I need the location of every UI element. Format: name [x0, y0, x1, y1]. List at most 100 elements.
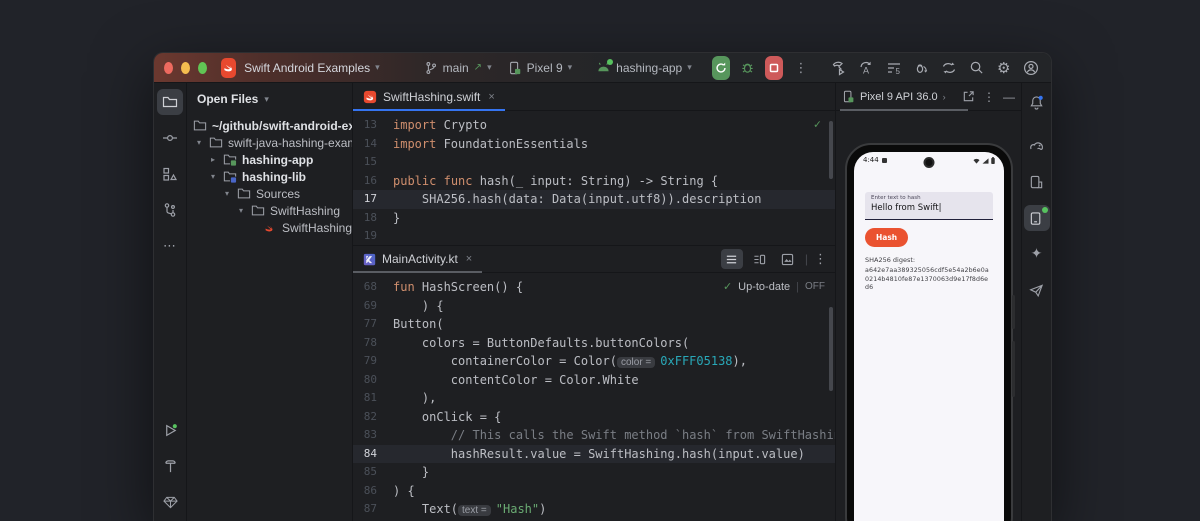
- apply-code-changes-button[interactable]: A: [856, 56, 876, 80]
- inspections-ok-icon: ✓: [814, 117, 821, 131]
- panel-more-button[interactable]: ⋮: [983, 90, 995, 104]
- tree-chevron-icon[interactable]: ▾: [221, 189, 233, 198]
- close-tab-icon[interactable]: ×: [466, 253, 472, 265]
- tree-item[interactable]: SwiftHashing.swift: [193, 219, 352, 236]
- device-list-button[interactable]: 5: [884, 56, 904, 80]
- project-view-selector[interactable]: Open Files ▾: [187, 83, 352, 113]
- stop-button[interactable]: [765, 56, 783, 80]
- commit-tool-button[interactable]: [157, 125, 183, 151]
- structure-tool-button[interactable]: [157, 161, 183, 187]
- profile-app-button[interactable]: [829, 56, 849, 80]
- code-line[interactable]: 81 ),: [353, 389, 835, 408]
- line-number: 14: [353, 135, 393, 154]
- editor1-code[interactable]: ✓ 13import Crypto14import FoundationEsse…: [353, 111, 835, 245]
- code-line[interactable]: 87 Text(text ="Hash"): [353, 500, 835, 519]
- tree-item-label: ~/github/swift-android-examples: [212, 119, 353, 133]
- code-token: hashResult.value = SwiftHashing.hash(inp…: [393, 447, 805, 461]
- pull-requests-tool-button[interactable]: [157, 197, 183, 223]
- project-tool-button[interactable]: [157, 89, 183, 115]
- build-tool-button[interactable]: [157, 453, 183, 479]
- code-line[interactable]: 77Button(: [353, 315, 835, 334]
- project-selector[interactable]: Swift Android Examples ▾: [244, 61, 380, 75]
- tree-chevron-icon[interactable]: ▾: [207, 172, 219, 181]
- live-edit-toggle[interactable]: OFF: [805, 281, 825, 292]
- code-line[interactable]: 19: [353, 227, 835, 245]
- device-manager-button[interactable]: [1024, 169, 1050, 195]
- tree-chevron-icon[interactable]: ▸: [207, 155, 219, 164]
- maximize-window-button[interactable]: [198, 62, 207, 74]
- emulator-screen[interactable]: 4:44 Enter text to hash Hello from Swift…: [854, 152, 1004, 521]
- wifi-icon: [973, 158, 980, 164]
- code-line[interactable]: 17 SHA256.hash(data: Data(input.utf8)).d…: [353, 190, 835, 209]
- close-window-button[interactable]: [164, 62, 173, 74]
- account-icon: [1023, 60, 1039, 76]
- notifications-button[interactable]: [1024, 89, 1050, 115]
- code-line[interactable]: 78 colors = ButtonDefaults.buttonColors(: [353, 334, 835, 353]
- hash-button[interactable]: Hash: [865, 228, 908, 247]
- code-line[interactable]: 85 }: [353, 463, 835, 482]
- search-everywhere-button[interactable]: [966, 56, 986, 80]
- code-line[interactable]: 18}: [353, 209, 835, 228]
- tab-label: MainActivity.kt: [382, 252, 458, 266]
- tree-item[interactable]: ▾Sources: [193, 185, 352, 202]
- code-token: hash(_ input: String) -> String {: [473, 174, 719, 188]
- tree-chevron-icon[interactable]: ▾: [235, 206, 247, 215]
- tree-item[interactable]: ▾swift-java-hashing-example: [193, 134, 352, 151]
- tab-swifthashing-swift[interactable]: SwiftHashing.swift ×: [353, 83, 505, 110]
- debug-button[interactable]: [738, 56, 758, 80]
- device-phone-icon: [508, 61, 522, 75]
- vcs-branch-widget[interactable]: main ↗ ▾: [424, 61, 492, 75]
- more-tools-button[interactable]: ⋯: [157, 233, 183, 259]
- editor2-code[interactable]: ✓ Up-to-date | OFF 68fun HashScreen() {6…: [353, 273, 835, 521]
- tree-item[interactable]: ▾SwiftHashing: [193, 202, 352, 219]
- restart-activity-button[interactable]: [911, 56, 931, 80]
- code-line[interactable]: 14import FoundationEssentials: [353, 135, 835, 154]
- code-line[interactable]: 83 // This calls the Swift method `hash`…: [353, 426, 835, 445]
- code-line[interactable]: 86) {: [353, 482, 835, 501]
- settings-button[interactable]: ⚙: [994, 56, 1014, 80]
- hash-input-field[interactable]: Enter text to hash Hello from Swift|: [865, 192, 993, 220]
- tree-item[interactable]: ~/github/swift-android-examples: [193, 117, 352, 134]
- editor-more-button[interactable]: ⋮: [814, 251, 827, 267]
- tree-item[interactable]: ▸hashing-app: [193, 151, 352, 168]
- code-line[interactable]: 82 onClick = {: [353, 408, 835, 427]
- selected-tab-indicator: [840, 109, 968, 111]
- minimize-window-button[interactable]: [181, 62, 190, 74]
- device-selector[interactable]: Pixel 9 ▾: [508, 61, 573, 75]
- running-devices-button[interactable]: [1024, 205, 1050, 231]
- code-view-button[interactable]: [721, 249, 743, 269]
- tree-item[interactable]: ▾hashing-lib: [193, 168, 352, 185]
- gemini-star-icon: ✦: [1031, 246, 1043, 262]
- rerun-button[interactable]: [712, 56, 730, 80]
- editor2-scrollbar[interactable]: [829, 307, 833, 391]
- code-line[interactable]: 15: [353, 153, 835, 172]
- code-line[interactable]: 79 containerColor = Color(color =0xFFF05…: [353, 352, 835, 371]
- app-insights-button[interactable]: [1024, 277, 1050, 303]
- account-button[interactable]: [1021, 56, 1041, 80]
- sync-project-button[interactable]: [939, 56, 959, 80]
- chevron-right-icon: ›: [943, 92, 946, 102]
- run-config-selector[interactable]: hashing-app ▾: [596, 61, 692, 75]
- design-view-button[interactable]: [777, 249, 799, 269]
- hide-panel-button[interactable]: —: [1003, 90, 1015, 104]
- code-line[interactable]: 16public func hash(_ input: String) -> S…: [353, 172, 835, 191]
- dependencies-tool-button[interactable]: [157, 489, 183, 515]
- android-app-icon: [596, 61, 611, 74]
- tree-chevron-icon[interactable]: ▾: [193, 138, 205, 147]
- line-number: 83: [353, 426, 393, 445]
- device-tab-label[interactable]: Pixel 9 API 36.0: [860, 91, 938, 103]
- tab-mainactivity-kt[interactable]: MainActivity.kt ×: [353, 246, 482, 272]
- close-tab-icon[interactable]: ×: [488, 91, 494, 103]
- run-tool-button[interactable]: [157, 417, 183, 443]
- more-actions-button[interactable]: ⋮: [791, 56, 811, 80]
- open-in-window-icon[interactable]: [962, 90, 975, 103]
- code-line[interactable]: 80 contentColor = Color.White: [353, 371, 835, 390]
- code-token: HashScreen() {: [415, 280, 523, 294]
- gemini-button[interactable]: ✦: [1024, 241, 1050, 267]
- split-view-button[interactable]: [749, 249, 771, 269]
- editor1-scrollbar[interactable]: [829, 121, 833, 179]
- code-line[interactable]: 69 ) {: [353, 297, 835, 316]
- code-line[interactable]: 13import Crypto: [353, 116, 835, 135]
- code-line[interactable]: 84 hashResult.value = SwiftHashing.hash(…: [353, 445, 835, 464]
- gradle-tool-button[interactable]: [1024, 133, 1050, 159]
